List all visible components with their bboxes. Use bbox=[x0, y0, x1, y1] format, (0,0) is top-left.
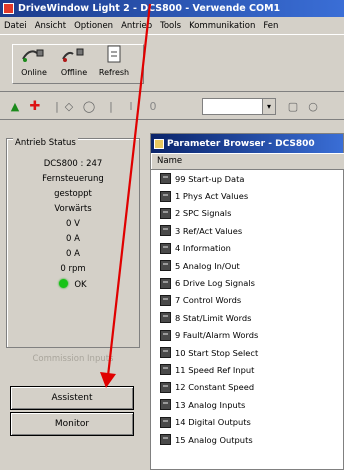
refresh-icon bbox=[100, 44, 128, 66]
parameter-group-icon bbox=[160, 312, 171, 324]
parameter-group-icon bbox=[160, 416, 171, 428]
parameter-group-icon bbox=[160, 242, 171, 254]
add-red-icon[interactable]: ✚ bbox=[28, 99, 42, 114]
parameter-group-icon bbox=[160, 277, 171, 289]
menu-bar: Datei Ansicht Optionen Antrieb Tools Kom… bbox=[0, 17, 344, 35]
list-item[interactable]: 6 Drive Log Signals bbox=[151, 274, 343, 291]
parameter-browser-title: Parameter Browser - DCS800 bbox=[167, 138, 315, 149]
parameter-group-icon bbox=[160, 347, 171, 359]
window-title: DriveWindow Light 2 - DCS800 - Verwende … bbox=[18, 3, 281, 14]
extra-icon[interactable]: ○ bbox=[306, 99, 320, 113]
parameter-group-icon bbox=[160, 434, 171, 446]
assistant-button[interactable]: Assistent bbox=[10, 386, 134, 410]
list-item[interactable]: 1 Phys Act Values bbox=[151, 187, 343, 204]
online-plug-icon bbox=[20, 44, 48, 66]
online-button[interactable]: Online bbox=[16, 44, 52, 84]
browser-window-icon bbox=[154, 138, 164, 149]
list-item[interactable]: 10 Start Stop Select bbox=[151, 344, 343, 361]
window-titlebar: DriveWindow Light 2 - DCS800 - Verwende … bbox=[0, 0, 344, 17]
offline-button[interactable]: Offline bbox=[56, 44, 92, 84]
offline-plug-icon bbox=[60, 44, 88, 66]
list-item[interactable]: 15 Analog Outputs bbox=[151, 431, 343, 448]
status-voltage: 0 V bbox=[66, 219, 80, 229]
diamond-icon[interactable]: ◇ bbox=[62, 99, 76, 113]
list-item[interactable]: 8 Stat/Limit Words bbox=[151, 309, 343, 326]
status-current-2: 0 A bbox=[66, 249, 80, 259]
menu-fenster[interactable]: Fen bbox=[259, 21, 282, 31]
drive-status-panel: Antrieb Status DCS800 : 247 Fernsteuerun… bbox=[6, 138, 140, 348]
list-item[interactable]: 14 Digital Outputs bbox=[151, 413, 343, 430]
offline-label: Offline bbox=[60, 68, 88, 77]
parameter-group-list: 99 Start-up Data 1 Phys Act Values 2 SPC… bbox=[151, 170, 343, 448]
menu-optionen[interactable]: Optionen bbox=[70, 21, 117, 31]
ok-led-icon bbox=[59, 279, 69, 288]
refresh-button[interactable]: Refresh bbox=[96, 44, 132, 84]
parameter-group-icon bbox=[160, 399, 171, 411]
stop-icon[interactable]: 0 bbox=[146, 99, 160, 113]
circle-icon[interactable]: ◯ bbox=[82, 99, 96, 113]
status-run-state: gestoppt bbox=[54, 189, 92, 199]
list-item[interactable]: 9 Fault/Alarm Words bbox=[151, 327, 343, 344]
list-item[interactable]: 99 Start-up Data bbox=[151, 170, 343, 187]
list-item[interactable]: 11 Speed Ref Input bbox=[151, 361, 343, 378]
parameter-group-icon bbox=[160, 381, 171, 393]
list-item[interactable]: 3 Ref/Act Values bbox=[151, 222, 343, 239]
chevron-down-icon[interactable]: ▾ bbox=[262, 99, 275, 114]
app-icon bbox=[3, 3, 14, 14]
list-item[interactable]: 5 Analog In/Out bbox=[151, 257, 343, 274]
parameter-group-icon bbox=[160, 329, 171, 341]
refresh-label: Refresh bbox=[98, 68, 130, 77]
menu-antrieb[interactable]: Antrieb bbox=[117, 21, 156, 31]
commission-inputs-label: Commission Inputs bbox=[32, 354, 114, 364]
secondary-toolbar: ▲ ✚ | ◇ ◯ | I 0 ▾ ▢ ○ bbox=[0, 92, 344, 120]
parameter-group-icon bbox=[160, 260, 171, 272]
monitor-button[interactable]: Monitor bbox=[10, 412, 134, 436]
status-ok-label: OK bbox=[74, 280, 87, 290]
status-speed: 0 rpm bbox=[60, 264, 86, 274]
parameter-group-icon bbox=[160, 190, 171, 202]
menu-kommunikation[interactable]: Kommunikation bbox=[185, 21, 259, 31]
list-item[interactable]: 4 Information bbox=[151, 240, 343, 257]
parameter-browser-window: Parameter Browser - DCS800 Name 99 Start… bbox=[150, 133, 344, 470]
status-title: Antrieb Status bbox=[13, 138, 78, 148]
list-item[interactable]: 2 SPC Signals bbox=[151, 205, 343, 222]
status-control-mode: Fernsteuerung bbox=[42, 174, 104, 184]
parameter-group-icon bbox=[160, 294, 171, 306]
status-current-1: 0 A bbox=[66, 234, 80, 244]
parameter-group-icon bbox=[160, 173, 171, 185]
separator-icon-2: | bbox=[109, 99, 113, 113]
list-item[interactable]: 7 Control Words bbox=[151, 292, 343, 309]
parameter-group-icon bbox=[160, 207, 171, 219]
menu-tools[interactable]: Tools bbox=[156, 21, 185, 31]
main-toolbar: Online Offline Refresh bbox=[0, 36, 344, 92]
column-header-name[interactable]: Name bbox=[151, 153, 344, 170]
list-item[interactable]: 13 Analog Inputs bbox=[151, 396, 343, 413]
set-icon[interactable]: ▢ bbox=[286, 99, 300, 113]
parameter-browser-titlebar: Parameter Browser - DCS800 bbox=[151, 134, 343, 153]
parameter-group-icon bbox=[160, 364, 171, 376]
parameter-group-icon bbox=[160, 225, 171, 237]
status-ok-row: OK bbox=[7, 279, 139, 290]
status-drive-type: DCS800 : 247 bbox=[43, 159, 103, 169]
reference-combo[interactable]: ▾ bbox=[202, 98, 276, 115]
menu-datei[interactable]: Datei bbox=[0, 21, 31, 31]
start-icon[interactable]: I bbox=[124, 99, 138, 113]
online-label: Online bbox=[21, 68, 47, 77]
list-item[interactable]: 12 Constant Speed bbox=[151, 379, 343, 396]
connect-icon[interactable]: ▲ bbox=[8, 99, 22, 113]
menu-ansicht[interactable]: Ansicht bbox=[31, 21, 70, 31]
status-direction: Vorwärts bbox=[54, 204, 92, 214]
